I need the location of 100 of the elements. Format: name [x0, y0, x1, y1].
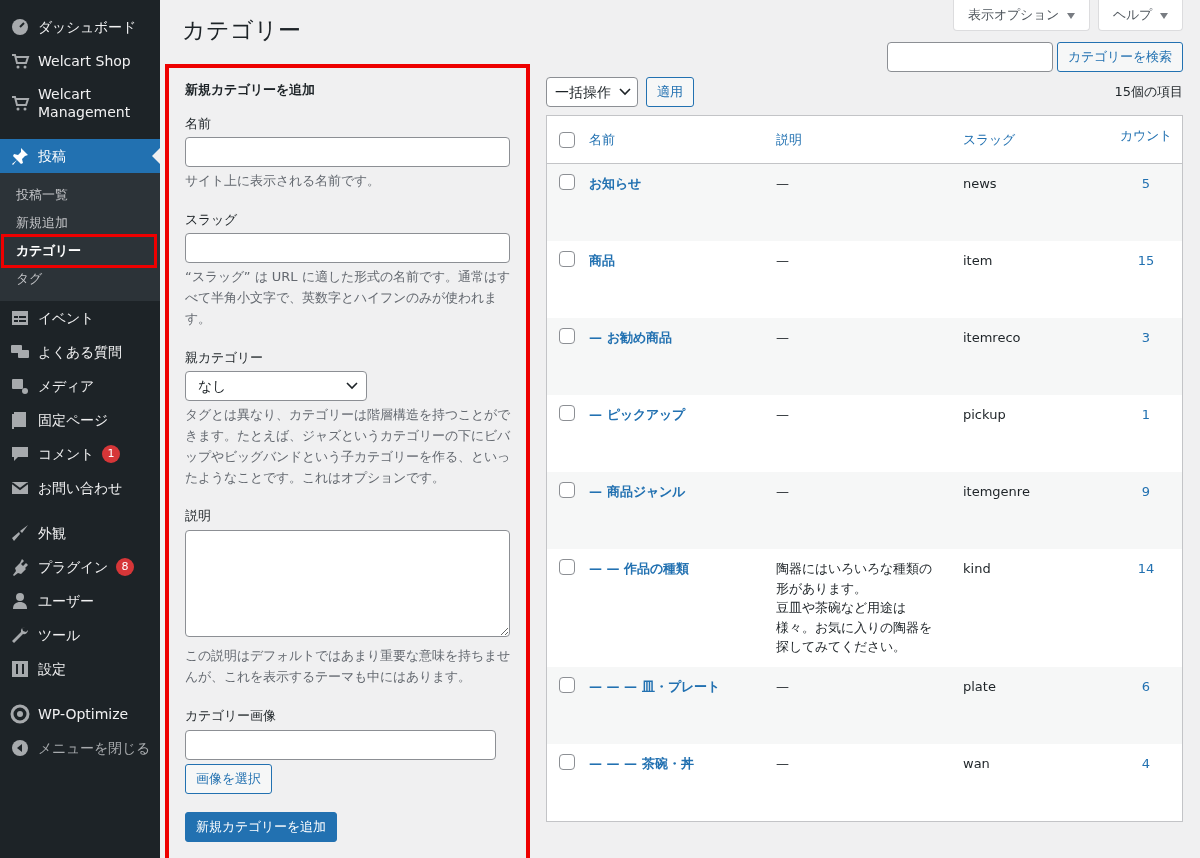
chevron-icon: [346, 382, 358, 391]
description-text: —: [776, 406, 790, 424]
sidebar-item[interactable]: Welcart Shop: [0, 44, 160, 78]
submenu-item[interactable]: 新規追加: [4, 209, 154, 237]
row-checkbox[interactable]: [559, 174, 575, 190]
category-name-link[interactable]: お知らせ: [589, 176, 641, 191]
sidebar-item[interactable]: コメント 1: [0, 437, 160, 471]
column-header[interactable]: 名前: [589, 131, 615, 147]
collapse-menu-button[interactable]: メニューを閉じる: [0, 731, 160, 765]
post-count-link[interactable]: 14: [1137, 561, 1155, 576]
sidebar-item[interactable]: WP-Optimize: [0, 697, 160, 731]
sidebar-item[interactable]: Welcart Management: [0, 78, 160, 128]
search-field[interactable]: [887, 42, 1053, 72]
row-checkbox[interactable]: [559, 328, 575, 344]
count-badge: 8: [116, 558, 134, 576]
screen-options-tab[interactable]: ヘルプ: [1098, 0, 1183, 31]
post-count-link[interactable]: 15: [1137, 253, 1155, 268]
category-name-link[interactable]: — — 作品の種類: [589, 561, 690, 576]
field-label: スラッグ: [185, 210, 238, 229]
help-text: サイト上に表示される名前です。: [185, 172, 381, 191]
menu-label: Welcart Shop: [38, 52, 131, 70]
category-name-link[interactable]: 商品: [589, 253, 615, 268]
post-count-link[interactable]: 9: [1141, 484, 1151, 499]
menu-label: ユーザー: [38, 592, 94, 610]
text-field[interactable]: [185, 233, 510, 264]
sidebar-item[interactable]: よくある質問: [0, 335, 160, 369]
sidebar-item[interactable]: ユーザー: [0, 584, 160, 618]
menu-label: メディア: [38, 377, 94, 395]
parent-select[interactable]: なし: [185, 371, 367, 402]
slug-text: plate: [963, 678, 996, 694]
pin-icon: [10, 146, 30, 166]
item-count: 15個の項目: [1114, 83, 1183, 102]
sidebar-item[interactable]: 投稿: [0, 139, 160, 173]
sidebar-item[interactable]: イベント: [0, 301, 160, 335]
submenu-item[interactable]: カテゴリー: [4, 237, 154, 265]
menu-label: 外観: [38, 524, 66, 542]
sidebar-item[interactable]: プラグイン 8: [0, 550, 160, 584]
search-button[interactable]: カテゴリーを検索: [1057, 42, 1183, 72]
category-name-link[interactable]: — — — 茶碗・丼: [589, 755, 694, 771]
screen-options-tab[interactable]: 表示オプション: [953, 0, 1090, 31]
sidebar-item[interactable]: 固定ページ: [0, 403, 160, 437]
field-label: 親カテゴリー: [185, 348, 264, 367]
category-name-link[interactable]: — ピックアップ: [589, 407, 685, 422]
category-name-link[interactable]: — — — 皿・プレート: [589, 678, 720, 694]
add-category-button[interactable]: 新規カテゴリーを追加: [185, 811, 337, 842]
column-header[interactable]: カウント: [1120, 128, 1172, 143]
description-text: 豆皿や茶碗など用途は様々。お気に入りの陶器を探してみてください。: [776, 599, 933, 656]
text-field[interactable]: [185, 137, 510, 168]
sidebar-item[interactable]: 設定: [0, 652, 160, 686]
plug-icon: [10, 557, 30, 577]
post-count-link[interactable]: 1: [1141, 407, 1151, 422]
column-header[interactable]: 説明: [776, 131, 802, 147]
select-all-checkbox[interactable]: [559, 131, 575, 148]
apply-button[interactable]: 適用: [646, 77, 694, 107]
category-name-link[interactable]: — 商品ジャンル: [589, 484, 685, 499]
submenu-item[interactable]: タグ: [4, 265, 154, 293]
slug-text: item: [963, 253, 993, 268]
menu-label: ツール: [38, 626, 80, 644]
bulk-actions-select[interactable]: 一括操作: [546, 77, 638, 107]
description-text: —: [776, 754, 790, 773]
count-badge: 1: [102, 445, 120, 463]
row-checkbox[interactable]: [559, 482, 575, 498]
post-count-link[interactable]: 3: [1141, 330, 1151, 345]
category-name-link[interactable]: — お勧め商品: [589, 330, 672, 345]
row-checkbox[interactable]: [559, 753, 575, 770]
post-count-link[interactable]: 4: [1141, 755, 1151, 771]
menu-label: お問い合わせ: [38, 479, 122, 497]
menu-label: 投稿: [38, 147, 66, 165]
field-label: 説明: [185, 507, 212, 526]
sidebar-item[interactable]: ツール: [0, 618, 160, 652]
sidebar-item[interactable]: メディア: [0, 369, 160, 403]
slug-text: itemgenre: [963, 484, 1030, 499]
help-text: タグとは異なり、カテゴリーは階層構造を持つことができます。たとえば、ジャズというカテゴリーの下にビバップやビッグバンドという子カテゴリーを作る、といったようなことです。これはオプションです。: [185, 406, 510, 487]
description-text: —: [776, 677, 790, 696]
row-checkbox[interactable]: [559, 676, 575, 693]
row-checkbox[interactable]: [559, 251, 575, 267]
description-text: —: [776, 252, 790, 270]
menu-label: メニューを閉じる: [38, 739, 150, 757]
image-url-field[interactable]: [185, 729, 496, 760]
select-image-button[interactable]: 画像を選択: [185, 763, 272, 794]
submenu-item[interactable]: 投稿一覧: [4, 181, 154, 209]
sidebar-item[interactable]: お問い合わせ: [0, 471, 160, 505]
description-text: 陶器にはいろいろな種類の形があります。: [776, 560, 933, 598]
wrench-icon: [10, 625, 30, 645]
post-count-link[interactable]: 6: [1141, 678, 1151, 694]
sidebar-item[interactable]: ダッシュボード: [0, 10, 160, 44]
post-count-link[interactable]: 5: [1141, 176, 1151, 191]
slug-text: wan: [963, 755, 990, 771]
row-checkbox[interactable]: [559, 559, 575, 575]
menu-label: WP-Optimize: [38, 705, 129, 723]
description-field[interactable]: [185, 529, 510, 637]
menu-label: Welcart Management: [38, 85, 132, 121]
collapse-icon: [10, 738, 30, 758]
help-text: この説明はデフォルトではあまり重要な意味を持ちませんが、これを表示するテーマも中にはあります。: [185, 647, 510, 687]
sliders-icon: [10, 659, 30, 679]
slug-text: pickup: [963, 407, 1006, 422]
row-checkbox[interactable]: [559, 405, 575, 421]
form-heading: 新規カテゴリーを追加: [185, 82, 316, 98]
column-header[interactable]: スラッグ: [963, 131, 1015, 147]
sidebar-item[interactable]: 外観: [0, 516, 160, 550]
